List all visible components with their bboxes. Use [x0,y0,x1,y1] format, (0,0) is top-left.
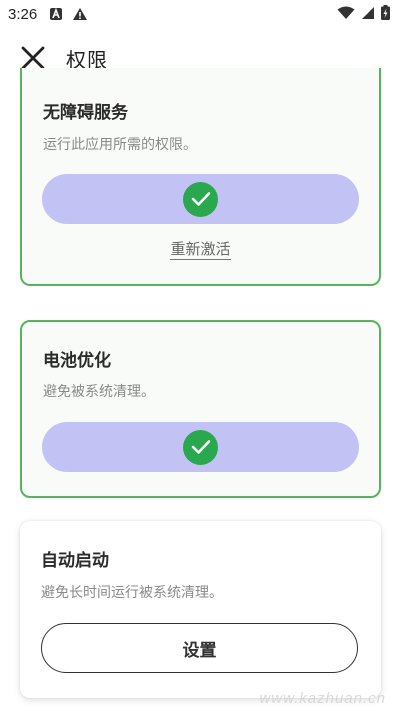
reactivate-link[interactable]: 重新激活 [170,240,231,260]
accessibility-card: 无障碍服务 运行此应用所需的权限。 重新激活 [20,68,381,286]
accessibility-granted-button[interactable] [42,174,359,224]
battery-description: 避免被系统清理。 [43,384,155,400]
watermark: www.kazhuan.cn [259,690,386,707]
notification-a-icon [49,7,63,21]
close-icon [21,46,45,70]
reactivate-link-row: 重新激活 [22,238,379,260]
status-time: 3:26 [8,5,38,23]
autostart-title: 自动启动 [41,551,109,571]
battery-card: 电池优化 避免被系统清理。 [20,320,381,498]
check-icon [183,181,218,217]
check-icon [183,429,218,465]
battery-charging-icon [381,4,390,24]
accessibility-description: 运行此应用所需的权限。 [43,137,197,153]
battery-title: 电池优化 [43,351,111,371]
status-bar: 3:26 [0,0,400,28]
wifi-icon [337,5,355,24]
autostart-card: 自动启动 避免长时间运行被系统清理。 设置 [20,521,381,698]
warning-icon [72,7,88,21]
autostart-description: 避免长时间运行被系统清理。 [41,585,223,601]
accessibility-title: 无障碍服务 [43,103,128,123]
autostart-settings-button[interactable]: 设置 [41,623,358,673]
battery-granted-button[interactable] [42,422,359,472]
cell-signal-icon [361,5,375,24]
